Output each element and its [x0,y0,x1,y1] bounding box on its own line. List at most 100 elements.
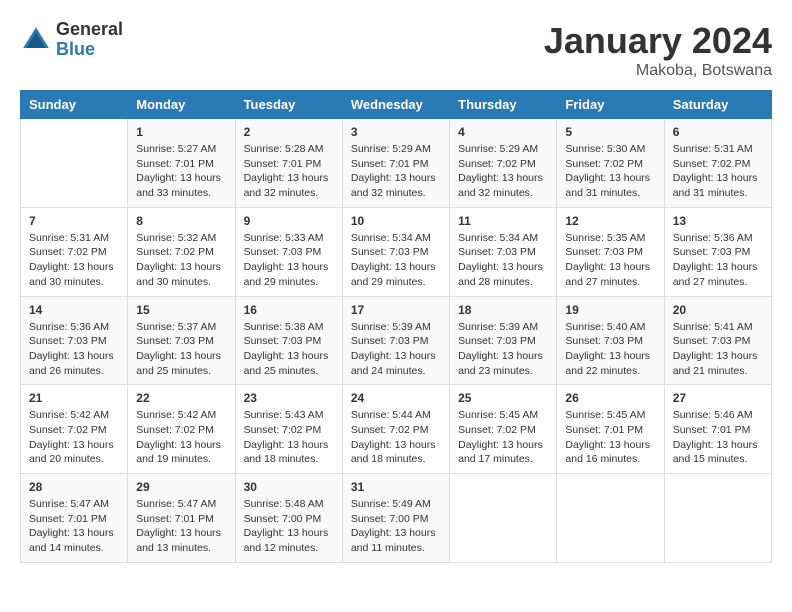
page-header: General Blue January 2024 Makoba, Botswa… [20,20,772,80]
calendar-week-row: 21Sunrise: 5:42 AMSunset: 7:02 PMDayligh… [21,385,772,474]
day-info: Sunrise: 5:39 AMSunset: 7:03 PMDaylight:… [458,320,548,379]
calendar-header-friday: Friday [557,91,664,119]
day-number: 2 [244,125,334,139]
day-number: 4 [458,125,548,139]
day-number: 7 [29,214,119,228]
calendar-cell: 15 Sunrise: 5:37 AMSunset: 7:03 PMDayligh… [128,296,235,385]
calendar-cell: 16 Sunrise: 5:38 AMSunset: 7:03 PMDayligh… [235,296,342,385]
day-info: Sunrise: 5:36 AMSunset: 7:03 PMDaylight:… [29,320,119,379]
day-info: Sunrise: 5:46 AMSunset: 7:01 PMDaylight:… [673,408,763,467]
day-number: 11 [458,214,548,228]
day-number: 16 [244,303,334,317]
day-info: Sunrise: 5:47 AMSunset: 7:01 PMDaylight:… [29,497,119,556]
calendar-cell: 5 Sunrise: 5:30 AMSunset: 7:02 PMDaylight… [557,119,664,208]
day-info: Sunrise: 5:43 AMSunset: 7:02 PMDaylight:… [244,408,334,467]
day-number: 13 [673,214,763,228]
day-info: Sunrise: 5:47 AMSunset: 7:01 PMDaylight:… [136,497,226,556]
day-number: 31 [351,480,441,494]
day-info: Sunrise: 5:29 AMSunset: 7:02 PMDaylight:… [458,142,548,201]
calendar-cell: 30 Sunrise: 5:48 AMSunset: 7:00 PMDayligh… [235,474,342,563]
calendar-cell: 1 Sunrise: 5:27 AMSunset: 7:01 PMDaylight… [128,119,235,208]
calendar-cell: 17 Sunrise: 5:39 AMSunset: 7:03 PMDayligh… [342,296,449,385]
calendar-cell: 10 Sunrise: 5:34 AMSunset: 7:03 PMDayligh… [342,207,449,296]
day-number: 24 [351,391,441,405]
day-info: Sunrise: 5:27 AMSunset: 7:01 PMDaylight:… [136,142,226,201]
calendar-cell: 18 Sunrise: 5:39 AMSunset: 7:03 PMDayligh… [450,296,557,385]
day-info: Sunrise: 5:45 AMSunset: 7:01 PMDaylight:… [565,408,655,467]
logo: General Blue [20,20,123,60]
calendar-cell: 3Sunrise: 5:29 AMSunset: 7:01 PMDaylight… [342,119,449,208]
day-number: 19 [565,303,655,317]
day-number: 27 [673,391,763,405]
day-info: Sunrise: 5:34 AMSunset: 7:03 PMDaylight:… [458,231,548,290]
day-number: 20 [673,303,763,317]
day-number: 30 [244,480,334,494]
calendar-cell: 13Sunrise: 5:36 AMSunset: 7:03 PMDayligh… [664,207,771,296]
calendar-cell: 28 Sunrise: 5:47 AMSunset: 7:01 PMDayligh… [21,474,128,563]
day-info: Sunrise: 5:40 AMSunset: 7:03 PMDaylight:… [565,320,655,379]
calendar-cell: 21Sunrise: 5:42 AMSunset: 7:02 PMDayligh… [21,385,128,474]
day-number: 18 [458,303,548,317]
day-info: Sunrise: 5:39 AMSunset: 7:03 PMDaylight:… [351,320,441,379]
calendar-cell: 27 Sunrise: 5:46 AMSunset: 7:01 PMDayligh… [664,385,771,474]
calendar-cell: 23 Sunrise: 5:43 AMSunset: 7:02 PMDayligh… [235,385,342,474]
day-number: 17 [351,303,441,317]
calendar-cell: 31 Sunrise: 5:49 AMSunset: 7:00 PMDayligh… [342,474,449,563]
day-info: Sunrise: 5:31 AMSunset: 7:02 PMDaylight:… [673,142,763,201]
day-info: Sunrise: 5:41 AMSunset: 7:03 PMDaylight:… [673,320,763,379]
day-info: Sunrise: 5:38 AMSunset: 7:03 PMDaylight:… [244,320,334,379]
day-info: Sunrise: 5:44 AMSunset: 7:02 PMDaylight:… [351,408,441,467]
day-number: 29 [136,480,226,494]
calendar-cell: 29 Sunrise: 5:47 AMSunset: 7:01 PMDayligh… [128,474,235,563]
calendar-cell: 12Sunrise: 5:35 AMSunset: 7:03 PMDayligh… [557,207,664,296]
calendar-cell [450,474,557,563]
calendar-cell: 19 Sunrise: 5:40 AMSunset: 7:03 PMDayligh… [557,296,664,385]
day-number: 10 [351,214,441,228]
location-title: Makoba, Botswana [544,62,772,80]
day-number: 5 [565,125,655,139]
day-number: 28 [29,480,119,494]
calendar-cell: 7 Sunrise: 5:31 AMSunset: 7:02 PMDaylight… [21,207,128,296]
day-number: 9 [244,214,334,228]
logo-icon [20,24,52,56]
day-info: Sunrise: 5:31 AMSunset: 7:02 PMDaylight:… [29,231,119,290]
calendar-week-row: 1 Sunrise: 5:27 AMSunset: 7:01 PMDaylight… [21,119,772,208]
calendar-cell [664,474,771,563]
calendar-cell [21,119,128,208]
calendar-header-wednesday: Wednesday [342,91,449,119]
calendar-cell: 8Sunrise: 5:32 AMSunset: 7:02 PMDaylight… [128,207,235,296]
day-info: Sunrise: 5:48 AMSunset: 7:00 PMDaylight:… [244,497,334,556]
day-number: 8 [136,214,226,228]
calendar-cell: 11 Sunrise: 5:34 AMSunset: 7:03 PMDayligh… [450,207,557,296]
day-info: Sunrise: 5:42 AMSunset: 7:02 PMDaylight:… [29,408,119,467]
calendar-cell [557,474,664,563]
calendar-cell: 20 Sunrise: 5:41 AMSunset: 7:03 PMDayligh… [664,296,771,385]
calendar-header-sunday: Sunday [21,91,128,119]
calendar-cell: 9Sunrise: 5:33 AMSunset: 7:03 PMDaylight… [235,207,342,296]
calendar-header-tuesday: Tuesday [235,91,342,119]
logo-blue-text: Blue [56,40,123,60]
calendar-header-thursday: Thursday [450,91,557,119]
day-info: Sunrise: 5:34 AMSunset: 7:03 PMDaylight:… [351,231,441,290]
day-info: Sunrise: 5:37 AMSunset: 7:03 PMDaylight:… [136,320,226,379]
day-number: 1 [136,125,226,139]
day-number: 14 [29,303,119,317]
day-info: Sunrise: 5:28 AMSunset: 7:01 PMDaylight:… [244,142,334,201]
day-number: 26 [565,391,655,405]
calendar-cell: 4 Sunrise: 5:29 AMSunset: 7:02 PMDaylight… [450,119,557,208]
calendar-week-row: 7 Sunrise: 5:31 AMSunset: 7:02 PMDaylight… [21,207,772,296]
day-number: 25 [458,391,548,405]
day-info: Sunrise: 5:49 AMSunset: 7:00 PMDaylight:… [351,497,441,556]
calendar-cell: 24 Sunrise: 5:44 AMSunset: 7:02 PMDayligh… [342,385,449,474]
day-info: Sunrise: 5:45 AMSunset: 7:02 PMDaylight:… [458,408,548,467]
calendar-week-row: 28 Sunrise: 5:47 AMSunset: 7:01 PMDayligh… [21,474,772,563]
calendar-cell: 26 Sunrise: 5:45 AMSunset: 7:01 PMDayligh… [557,385,664,474]
calendar-cell: 25 Sunrise: 5:45 AMSunset: 7:02 PMDayligh… [450,385,557,474]
calendar-cell: 22Sunrise: 5:42 AMSunset: 7:02 PMDayligh… [128,385,235,474]
day-info: Sunrise: 5:30 AMSunset: 7:02 PMDaylight:… [565,142,655,201]
calendar-header-saturday: Saturday [664,91,771,119]
day-number: 15 [136,303,226,317]
day-number: 23 [244,391,334,405]
day-info: Sunrise: 5:35 AMSunset: 7:03 PMDaylight:… [565,231,655,290]
calendar-cell: 6Sunrise: 5:31 AMSunset: 7:02 PMDaylight… [664,119,771,208]
